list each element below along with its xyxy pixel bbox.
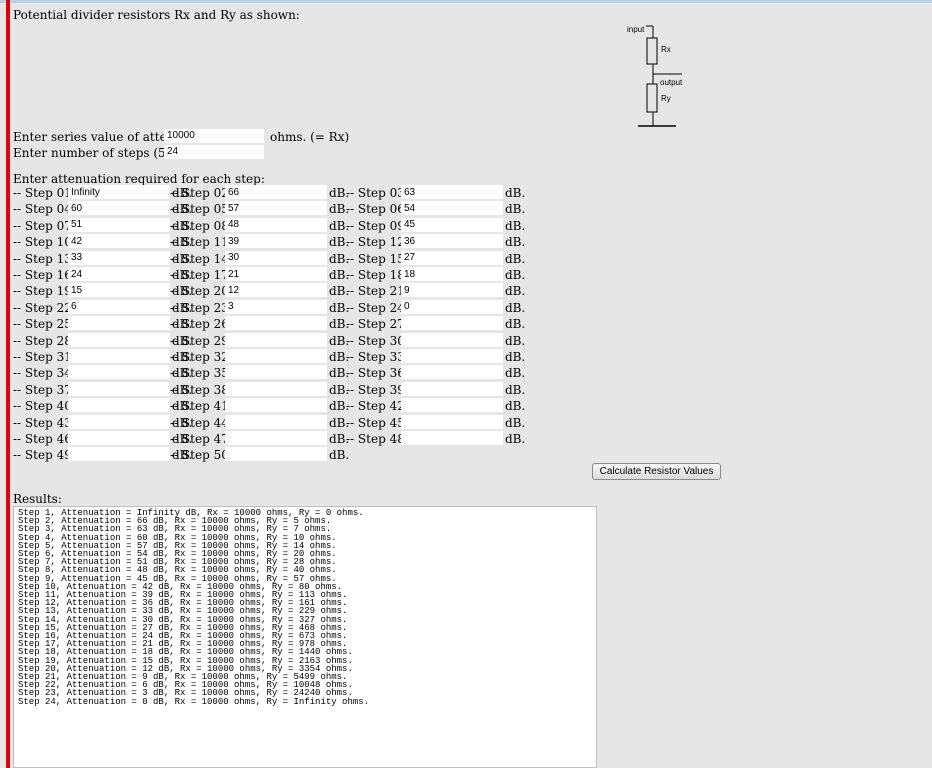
step-attenuation-input[interactable] xyxy=(225,250,327,265)
step-attenuation-input[interactable] xyxy=(68,398,170,413)
step-attenuation-input[interactable] xyxy=(225,316,327,331)
step-attenuation-input[interactable] xyxy=(401,201,503,216)
step-attenuation-input[interactable] xyxy=(68,283,170,298)
step-unit-label: dB. xyxy=(505,333,526,348)
series-value-unit: ohms. (= Rx) xyxy=(270,130,350,144)
step-attenuation-input[interactable] xyxy=(401,299,503,314)
step-unit-label: dB. xyxy=(505,235,526,250)
step-unit-label: dB. xyxy=(505,415,526,430)
step-attenuation-input[interactable] xyxy=(68,267,170,281)
calculate-resistor-values-button[interactable]: Calculate Resistor Values xyxy=(592,463,721,480)
left-red-bar xyxy=(6,0,10,768)
step-attenuation-input[interactable] xyxy=(401,217,503,232)
results-textarea[interactable]: Step 1, Attenuation = Infinity dB, Rx = … xyxy=(13,506,597,768)
step-attenuation-input[interactable] xyxy=(68,234,170,249)
results-label: Results: xyxy=(13,492,62,506)
step-unit-label: dB. xyxy=(505,366,526,381)
step-unit-label: dB. xyxy=(505,432,526,446)
step-attenuation-input[interactable] xyxy=(225,414,327,429)
step-attenuation-input[interactable] xyxy=(68,185,170,199)
step-attenuation-input[interactable] xyxy=(68,431,170,445)
rx-resistor xyxy=(646,37,658,65)
step-attenuation-input[interactable] xyxy=(68,414,170,429)
step-attenuation-input[interactable] xyxy=(401,349,503,363)
step-unit-label: dB. xyxy=(505,186,526,200)
step-unit-label: dB. xyxy=(505,300,526,315)
step-attenuation-input[interactable] xyxy=(68,201,170,216)
step-attenuation-input[interactable] xyxy=(401,332,503,347)
step-unit-label: dB. xyxy=(505,382,526,397)
step-attenuation-input[interactable] xyxy=(401,250,503,265)
step-attenuation-input[interactable] xyxy=(401,365,503,380)
step-unit-label: dB. xyxy=(505,284,526,299)
step-attenuation-input[interactable] xyxy=(68,250,170,265)
step-attenuation-input[interactable] xyxy=(68,217,170,232)
step-attenuation-input[interactable] xyxy=(225,349,327,363)
step-unit-label: dB. xyxy=(505,399,526,414)
step-attenuation-input[interactable] xyxy=(401,316,503,331)
step-attenuation-input[interactable] xyxy=(401,414,503,429)
step-attenuation-input[interactable] xyxy=(225,398,327,413)
step-attenuation-input[interactable] xyxy=(68,381,170,396)
step-attenuation-input[interactable] xyxy=(225,365,327,380)
step-unit-label: dB. xyxy=(329,448,350,463)
step-unit-label: dB. xyxy=(505,202,526,217)
step-attenuation-input[interactable] xyxy=(225,234,327,249)
step-attenuation-input[interactable] xyxy=(225,447,327,462)
step-attenuation-input[interactable] xyxy=(68,365,170,380)
window-top-border xyxy=(0,0,932,3)
circuit-ry-label: Ry xyxy=(661,94,671,103)
step-attenuation-input[interactable] xyxy=(225,283,327,298)
step-attenuation-input[interactable] xyxy=(225,299,327,314)
intro-text: Potential divider resistors Rx and Ry as… xyxy=(13,8,300,22)
step-attenuation-input[interactable] xyxy=(68,447,170,462)
step-attenuation-input[interactable] xyxy=(225,217,327,232)
attenuation-heading: Enter attenuation required for each step… xyxy=(13,172,265,186)
steps-count-input[interactable] xyxy=(164,145,264,159)
step-unit-label: dB. xyxy=(505,350,526,364)
ry-resistor xyxy=(646,83,658,113)
step-attenuation-input[interactable] xyxy=(401,381,503,396)
step-attenuation-input[interactable] xyxy=(225,381,327,396)
step-attenuation-input[interactable] xyxy=(401,431,503,445)
step-unit-label: dB. xyxy=(505,268,526,282)
step-attenuation-input[interactable] xyxy=(225,201,327,216)
step-attenuation-input[interactable] xyxy=(401,267,503,281)
circuit-input-label: input xyxy=(627,25,645,34)
step-attenuation-input[interactable] xyxy=(225,267,327,281)
step-attenuation-input[interactable] xyxy=(401,398,503,413)
step-attenuation-input[interactable] xyxy=(225,332,327,347)
step-unit-label: dB. xyxy=(505,218,526,233)
step-unit-label: dB. xyxy=(505,317,526,332)
series-value-input[interactable] xyxy=(164,129,264,143)
step-attenuation-input[interactable] xyxy=(68,349,170,363)
step-attenuation-input[interactable] xyxy=(68,299,170,314)
step-attenuation-input[interactable] xyxy=(401,185,503,199)
circuit-output-label: output xyxy=(660,78,683,87)
step-attenuation-input[interactable] xyxy=(225,185,327,199)
step-attenuation-input[interactable] xyxy=(401,234,503,249)
step-attenuation-input[interactable] xyxy=(68,332,170,347)
step-attenuation-input[interactable] xyxy=(401,283,503,298)
circuit-rx-label: Rx xyxy=(661,45,671,54)
step-attenuation-input[interactable] xyxy=(225,431,327,445)
step-unit-label: dB. xyxy=(505,251,526,266)
step-attenuation-input[interactable] xyxy=(68,316,170,331)
potential-divider-diagram: input Rx output Ry xyxy=(627,25,683,127)
